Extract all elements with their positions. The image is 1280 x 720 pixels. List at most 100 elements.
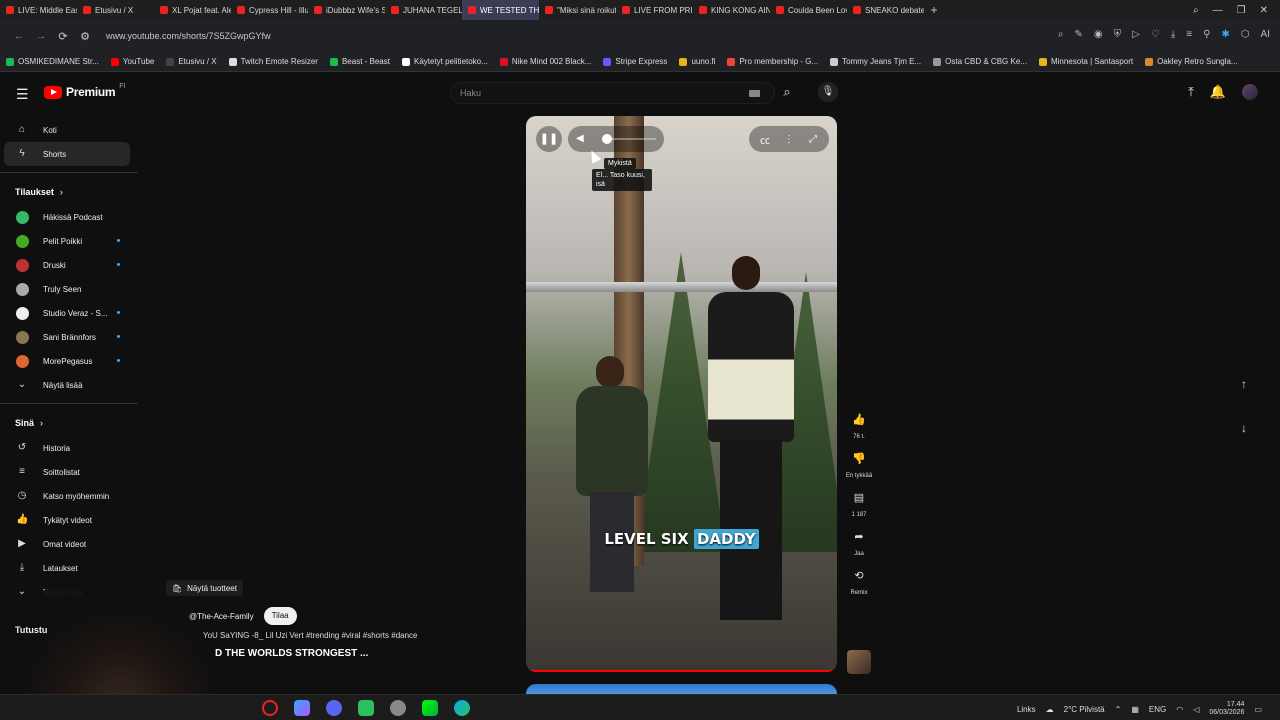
- show-more-subscriptions[interactable]: ⌄ Näytä lisää: [0, 373, 130, 397]
- sidebar-item-subscription[interactable]: Druski: [0, 253, 130, 277]
- bookmark-item[interactable]: Nike Mind 002 Black...: [499, 57, 591, 66]
- sidebar-item-subscription[interactable]: Häkissä Podcast: [0, 205, 130, 229]
- play-store-icon[interactable]: [422, 700, 438, 716]
- hamburger-menu-icon[interactable]: ☰: [16, 86, 29, 103]
- browser-tab[interactable]: WE TESTED THE WOR: [462, 0, 539, 20]
- sidebar-item-liked[interactable]: 👍 Tykätyt videot: [0, 508, 130, 532]
- sidebar-item-subscription[interactable]: MorePegasus: [0, 349, 130, 373]
- ai-icon[interactable]: AI: [1261, 29, 1270, 40]
- app-green-icon[interactable]: [358, 700, 374, 716]
- remix-icon[interactable]: ⟲: [848, 564, 870, 586]
- tray-chevron-icon[interactable]: ⌃: [1115, 705, 1122, 714]
- weather-label[interactable]: 2°C Pilvistä: [1064, 705, 1105, 714]
- shorts-video-player[interactable]: ❚❚ ◀ ㏄ ⋮ ⤢ Mykistä El... Taso kuusi, isä…: [526, 116, 837, 672]
- channel-name[interactable]: @The-Ace-Family: [189, 612, 254, 621]
- comment-icon[interactable]: ▤: [848, 486, 870, 508]
- minimize-button[interactable]: —: [1213, 5, 1223, 16]
- bookmark-item[interactable]: Pro membership - G...: [727, 57, 818, 66]
- account-icon[interactable]: ⚲: [1203, 29, 1210, 40]
- notifications-bell-icon[interactable]: 🔔: [1210, 84, 1226, 100]
- network-icon[interactable]: ▦: [1131, 705, 1139, 714]
- site-info-icon[interactable]: ⚙: [74, 30, 96, 43]
- extensions-icon[interactable]: ⬡: [1241, 29, 1250, 40]
- browser-tab[interactable]: "Miksi sinä roikut s: [539, 0, 616, 20]
- subscriptions-heading[interactable]: Tilaukset ›: [0, 179, 140, 205]
- video-title[interactable]: D THE WORLDS STRONGEST ...: [215, 648, 368, 659]
- menu-icon[interactable]: ≡: [1186, 29, 1192, 40]
- browser-tab[interactable]: LIVE: Middle East m: [0, 0, 77, 20]
- bookmark-item[interactable]: Stripe Express: [603, 57, 667, 66]
- url-field[interactable]: www.youtube.com/shorts/7S5ZGwpGYfw: [106, 31, 271, 41]
- browser-tab[interactable]: XL Pojat feat. Aleks: [154, 0, 231, 20]
- browser-tab[interactable]: LIVE FROM PRISON: [616, 0, 693, 20]
- discord-icon[interactable]: [326, 700, 342, 716]
- you-heading[interactable]: Sinä ›: [0, 410, 140, 436]
- bookmark-item[interactable]: Etusivu / X: [166, 57, 217, 66]
- links-label[interactable]: Links: [1017, 705, 1036, 714]
- vpn-icon[interactable]: ⛨: [1114, 29, 1122, 40]
- video-description[interactable]: YoU SaYING -8_ Lil Uzi Vert #trending #v…: [203, 631, 417, 640]
- search-tabs-icon[interactable]: ⌕: [1193, 5, 1199, 16]
- youtube-premium-logo[interactable]: Premium FI: [44, 83, 126, 99]
- camera-icon[interactable]: ◉: [1094, 29, 1103, 40]
- sidebar-item-playlists[interactable]: ≡ Soittolistat: [0, 460, 130, 484]
- volume-icon[interactable]: ◀: [576, 126, 584, 152]
- subscribe-button[interactable]: Tilaa: [263, 607, 297, 625]
- bookmark-item[interactable]: Tommy Jeans Tjm E...: [830, 57, 921, 66]
- like-action[interactable]: 👍 76 t.: [843, 408, 875, 441]
- favorite-icon[interactable]: ♡: [1151, 29, 1160, 40]
- maximize-button[interactable]: ❐: [1237, 5, 1246, 16]
- bookmark-item[interactable]: Beast - Beast: [329, 57, 390, 66]
- sidebar-item-downloads[interactable]: ⤓ Lataukset: [0, 556, 130, 580]
- opera-icon[interactable]: [262, 700, 278, 716]
- view-products-button[interactable]: 🛍 Näytä tuotteet: [166, 580, 243, 596]
- bookmark-item[interactable]: YouTube: [110, 57, 154, 66]
- keyboard-icon[interactable]: [749, 90, 760, 97]
- bookmark-item[interactable]: Twitch Emote Resizer: [228, 57, 318, 66]
- microphone-icon[interactable]: 🎙: [818, 82, 838, 102]
- clock[interactable]: 17.44 06/03/2026: [1209, 701, 1244, 717]
- close-button[interactable]: ✕: [1260, 5, 1268, 16]
- browser-tab[interactable]: Coulda Been Love 2: [770, 0, 847, 20]
- back-button[interactable]: ←: [8, 30, 30, 42]
- wifi-icon[interactable]: ◠: [1176, 705, 1183, 714]
- avatar[interactable]: [1242, 84, 1258, 100]
- new-tab-icon[interactable]: +: [924, 3, 944, 17]
- bookmark-item[interactable]: Osta CBD & CBG Ke...: [933, 57, 1027, 66]
- search-icon[interactable]: ⌕: [777, 84, 797, 102]
- bookmark-item[interactable]: Minnesota | Santasport: [1038, 57, 1133, 66]
- language-label[interactable]: ENG: [1149, 705, 1166, 714]
- like-icon[interactable]: 👍: [848, 408, 870, 430]
- dislike-icon[interactable]: 👎: [848, 447, 870, 469]
- bookmark-item[interactable]: uuno.fi: [679, 57, 715, 66]
- sidebar-item-home[interactable]: ⌂ Koti: [0, 118, 130, 142]
- search-input[interactable]: Haku: [450, 82, 775, 104]
- edit-icon[interactable]: ✎: [1075, 29, 1083, 40]
- volume-knob[interactable]: [602, 134, 612, 144]
- bookmark-item[interactable]: Oakley Retro Sungla...: [1145, 57, 1238, 66]
- download-icon[interactable]: ⤓: [1171, 29, 1175, 40]
- browser-tab[interactable]: iDubbbz Wife's Stre: [308, 0, 385, 20]
- forward-button[interactable]: →: [30, 30, 52, 42]
- figma-icon[interactable]: [294, 700, 310, 716]
- fullscreen-icon[interactable]: ⤢: [803, 134, 823, 145]
- upload-icon[interactable]: ⤒: [1188, 84, 1194, 100]
- pause-button[interactable]: ❚❚: [536, 126, 562, 152]
- sidebar-item-history[interactable]: ↺ Historia: [0, 436, 130, 460]
- dislike-action[interactable]: 👎 En tykkää: [843, 447, 875, 480]
- extension-icon[interactable]: ✱: [1221, 29, 1229, 40]
- next-short-arrow-down-icon[interactable]: ↓: [1232, 416, 1256, 440]
- captions-icon[interactable]: ㏄: [755, 132, 775, 147]
- sidebar-item-subscription[interactable]: Truly Seen: [0, 277, 130, 301]
- shield-icon[interactable]: [390, 700, 406, 716]
- browser-tab[interactable]: SNEAKO debates Isr: [847, 0, 924, 20]
- share-icon[interactable]: ➦: [848, 525, 870, 547]
- volume-control[interactable]: ◀: [568, 126, 664, 152]
- browser-tab[interactable]: Cypress Hill - Illusio: [231, 0, 308, 20]
- zoom-icon[interactable]: ⌕: [1058, 29, 1064, 40]
- bookmark-item[interactable]: Käytetyt pelitietoko...: [401, 57, 488, 66]
- volume-tray-icon[interactable]: ◁: [1193, 705, 1199, 714]
- reload-button[interactable]: ⟳: [52, 30, 74, 43]
- browser-tab[interactable]: KING KONG AINT G: [693, 0, 770, 20]
- comments-action[interactable]: ▤ 1 187: [843, 486, 875, 519]
